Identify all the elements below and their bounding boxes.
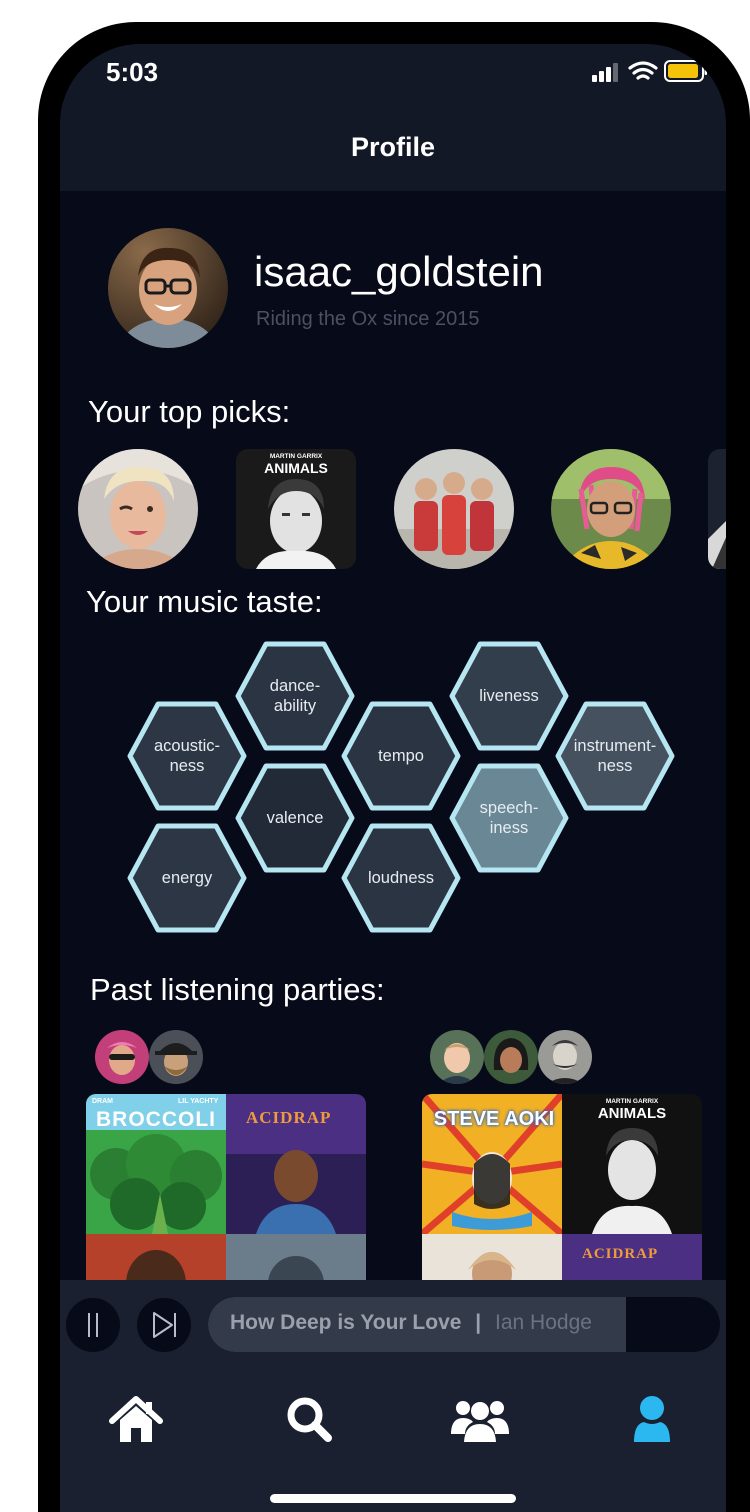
taste-hex-tempo[interactable]: tempo [340, 700, 462, 812]
header: 5:03 Profile [60, 44, 726, 191]
cover-title-acidrap: ACIDRAP [246, 1108, 332, 1127]
track-info: How Deep is Your Love | Ian Hodge [230, 1311, 592, 1335]
party-2-avatar-2 [484, 1030, 538, 1084]
track-progress[interactable]: How Deep is Your Love | Ian Hodge [208, 1297, 720, 1352]
skip-button[interactable] [137, 1298, 191, 1352]
party-2-avatar-1 [430, 1030, 484, 1084]
search-icon [287, 1397, 332, 1442]
cover-title-broccoli: BROCCOLI [96, 1108, 216, 1131]
profile-avatar[interactable] [108, 228, 228, 348]
past-parties-heading: Past listening parties: [90, 972, 385, 1007]
top-pick-album-animals[interactable]: MARTIN GARRIX ANIMALS [236, 449, 356, 569]
home-icon [109, 1396, 163, 1442]
album-title: ANIMALS [264, 460, 328, 476]
music-taste-heading: Your music taste: [86, 584, 323, 619]
taste-hex-acousticness[interactable]: acoustic- ness [126, 700, 248, 812]
cover-title-animals: ANIMALS [597, 1105, 667, 1122]
taste-hex-label: tempo [378, 747, 424, 765]
skip-next-icon [153, 1312, 176, 1338]
page-title: Profile [350, 132, 436, 162]
taste-hex-label: energy [161, 869, 213, 887]
cover-title-steve-aoki: STEVE AOKI [433, 1108, 555, 1130]
taste-hex-label: acoustic- ness [153, 737, 221, 775]
home-indicator [270, 1494, 516, 1503]
top-picks-heading: Your top picks: [88, 394, 291, 429]
top-pick-partial-5[interactable] [708, 449, 726, 569]
taste-hex-danceability[interactable]: dance- ability [234, 640, 356, 752]
taste-hex-energy[interactable]: energy [126, 822, 248, 934]
wifi-icon [628, 61, 658, 80]
top-pick-artist-1[interactable] [78, 449, 198, 569]
signal-icon [592, 63, 618, 82]
track-separator: | [475, 1311, 482, 1334]
top-pick-artist-4[interactable] [551, 449, 671, 569]
user-icon [634, 1396, 670, 1442]
taste-hex-label: dance- ability [269, 677, 321, 715]
battery-icon [664, 60, 707, 82]
taste-hex-label: valence [266, 809, 324, 827]
taste-hex-valence[interactable]: valence [234, 762, 356, 874]
tab-groups[interactable] [450, 1390, 510, 1450]
profile-tagline: Riding the Ox since 2015 [256, 308, 480, 330]
taste-hex-label: liveness [479, 687, 539, 705]
track-artist: Ian Hodge [495, 1311, 592, 1334]
taste-hex-label: loudness [367, 869, 435, 887]
tab-home[interactable] [106, 1390, 166, 1450]
taste-hex-loudness[interactable]: loudness [340, 822, 462, 934]
taste-hex-instrumentness[interactable]: instrument- ness [554, 700, 676, 812]
cover-title-acidrap-2: ACIDRAP [582, 1246, 659, 1262]
group-icon [451, 1401, 509, 1442]
track-title: How Deep is Your Love [230, 1311, 462, 1334]
cover-artist-martin-garrix: MARTIN GARRIX [605, 1098, 659, 1105]
taste-hex-label: instrument- ness [573, 737, 657, 775]
tab-profile[interactable] [622, 1390, 682, 1450]
tab-search[interactable] [280, 1390, 340, 1450]
taste-hex-liveness[interactable]: liveness [448, 640, 570, 752]
taste-hex-label: speech- iness [479, 799, 539, 837]
party-1-covers[interactable]: DRAM LIL YACHTY BROCCOLI ACIDRAP [86, 1094, 366, 1284]
party-2-covers[interactable]: STEVE AOKI MARTIN GARRIX ANIMALS ACIDRAP [422, 1094, 702, 1284]
cover-label-dram: DRAM [92, 1098, 113, 1105]
party-1-avatar-1 [95, 1030, 149, 1084]
party-1-avatar-2 [149, 1030, 203, 1084]
pause-icon [88, 1313, 98, 1337]
app-screen: 5:03 Profile isaac_goldstein Riding the … [60, 44, 726, 1512]
username: isaac_goldstein [254, 248, 544, 295]
taste-hex-speechiness[interactable]: speech- iness [448, 762, 570, 874]
status-time: 5:03 [106, 57, 159, 87]
party-2-avatar-3 [538, 1030, 592, 1084]
cover-label-lil-yachty: LIL YACHTY [178, 1098, 219, 1105]
top-pick-artist-3[interactable] [394, 449, 514, 569]
pause-button[interactable] [66, 1298, 120, 1352]
status-icons [592, 60, 707, 82]
album-artist-label: MARTIN GARRIX [269, 453, 323, 460]
